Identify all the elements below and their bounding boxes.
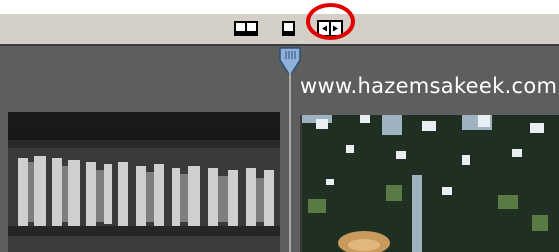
two-page-view-icon [234,21,258,36]
split-view-icon [317,20,343,37]
two-page-view-button[interactable] [234,20,258,38]
filtered-video-frame [300,115,559,252]
original-video-frame [8,112,280,252]
video-frame-right-image [302,115,559,252]
split-line[interactable] [289,72,291,252]
single-page-view-button[interactable] [282,20,296,38]
top-strip [0,0,559,14]
single-page-view-icon [282,21,295,36]
watermark-text: www.hazemsakeek.com [300,74,558,98]
video-frame-left-image [8,112,280,252]
toolbar [0,14,559,45]
split-view-button[interactable] [317,19,343,37]
